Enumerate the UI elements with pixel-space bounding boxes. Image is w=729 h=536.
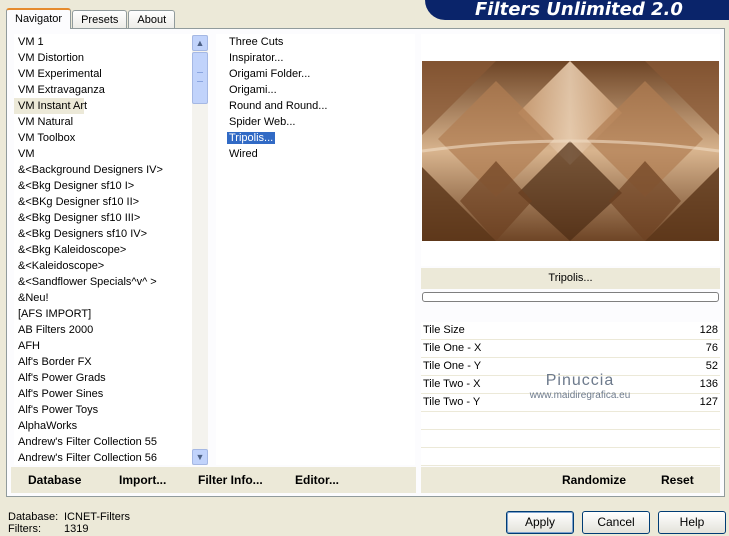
database-value: ICNET-Filters bbox=[64, 511, 130, 523]
database-label: Database: bbox=[8, 511, 59, 523]
category-item[interactable]: &<Bkg Designer sf10 I> bbox=[14, 178, 208, 194]
param-label: Tile Size bbox=[423, 324, 465, 336]
category-item[interactable]: Andrew's Filter Collection 55 bbox=[14, 434, 208, 450]
tab-presets[interactable]: Presets bbox=[72, 10, 128, 29]
param-value[interactable]: 136 bbox=[700, 378, 718, 390]
category-item[interactable]: &<Kaleidoscope> bbox=[14, 258, 208, 274]
filter-list[interactable]: Three Cuts Inspirator... Origami Folder...… bbox=[216, 34, 415, 465]
apply-button[interactable]: Apply bbox=[506, 511, 574, 534]
category-item[interactable]: Alf's Power Grads bbox=[14, 370, 208, 386]
category-list[interactable]: VM 1 VM Distortion VM Experimental VM Extra… bbox=[14, 34, 208, 465]
param-row[interactable]: Tile Size 128 bbox=[421, 322, 720, 340]
param-row[interactable]: Tile One - X 76 bbox=[421, 340, 720, 358]
category-item[interactable]: VM Distortion bbox=[14, 50, 208, 66]
category-item[interactable]: Alf's Power Sines bbox=[14, 386, 208, 402]
filter-item[interactable]: Tripolis... bbox=[216, 130, 415, 146]
watermark-url: www.maidiregrafica.eu bbox=[529, 390, 631, 401]
category-item[interactable]: AFH bbox=[14, 338, 208, 354]
param-row-empty bbox=[421, 412, 720, 430]
category-item[interactable]: VM bbox=[14, 146, 208, 162]
category-item[interactable]: Andrew's Filter Collection 56 bbox=[14, 450, 208, 465]
tab-navigator[interactable]: Navigator bbox=[6, 8, 72, 29]
category-item[interactable]: AlphaWorks bbox=[14, 418, 208, 434]
param-label: Tile Two - Y bbox=[423, 396, 481, 408]
param-value[interactable]: 76 bbox=[706, 342, 718, 354]
param-label: Tile One - X bbox=[423, 342, 482, 354]
category-item[interactable]: &<Sandflower Specials^v^ > bbox=[14, 274, 208, 290]
category-item[interactable]: VM Extravaganza bbox=[14, 82, 208, 98]
category-item[interactable]: &<Bkg Kaleidoscope> bbox=[14, 242, 208, 258]
category-item[interactable]: &<BKg Designer sf10 II> bbox=[14, 194, 208, 210]
preview-image bbox=[422, 61, 719, 241]
reset-button[interactable]: Reset bbox=[661, 473, 694, 487]
filter-item[interactable]: Origami Folder... bbox=[216, 66, 415, 82]
category-item[interactable]: VM 1 bbox=[14, 34, 208, 50]
filter-item-label: Inspirator... bbox=[229, 52, 284, 64]
filter-item-label: Origami... bbox=[229, 84, 277, 96]
param-label: Tile One - Y bbox=[423, 360, 482, 372]
scroll-up-button[interactable]: ▲ bbox=[192, 35, 208, 51]
progress-bar bbox=[422, 292, 719, 302]
category-item[interactable]: AB Filters 2000 bbox=[14, 322, 208, 338]
watermark-name: Pinuccia bbox=[545, 372, 615, 389]
category-item[interactable]: VM Experimental bbox=[14, 66, 208, 82]
category-item[interactable]: &<Background Designers IV> bbox=[14, 162, 208, 178]
param-value[interactable]: 128 bbox=[700, 324, 718, 336]
category-item[interactable]: &<Bkg Designers sf10 IV> bbox=[14, 226, 208, 242]
filter-item-label: Three Cuts bbox=[229, 36, 284, 48]
param-label: Tile Two - X bbox=[423, 378, 481, 390]
category-item[interactable]: VM Toolbox bbox=[14, 130, 208, 146]
selected-filter-name: Tripolis... bbox=[421, 268, 720, 289]
filter-item-label: Round and Round... bbox=[229, 100, 328, 112]
category-item[interactable]: &Neu! bbox=[14, 290, 208, 306]
category-item[interactable]: Alf's Power Toys bbox=[14, 402, 208, 418]
editor-button[interactable]: Editor... bbox=[295, 473, 339, 487]
filters-label: Filters: bbox=[8, 523, 41, 535]
scroll-thumb[interactable] bbox=[192, 52, 208, 104]
help-button[interactable]: Help bbox=[658, 511, 726, 534]
app-title-banner: Filters Unlimited 2.0 bbox=[425, 0, 729, 20]
category-scrollbar[interactable]: ▲ ▼ bbox=[192, 35, 208, 465]
param-row-empty bbox=[421, 430, 720, 448]
import-button[interactable]: Import... bbox=[119, 473, 166, 487]
filter-item-label: Origami Folder... bbox=[229, 68, 311, 80]
category-item[interactable]: [AFS IMPORT] bbox=[14, 306, 208, 322]
filter-item[interactable]: Wired bbox=[216, 146, 415, 162]
category-item[interactable]: VM Instant Art bbox=[14, 98, 87, 114]
category-item[interactable]: Alf's Border FX bbox=[14, 354, 208, 370]
param-row-empty bbox=[421, 448, 720, 466]
tab-about[interactable]: About bbox=[128, 10, 176, 29]
status-info: Database: ICNET-Filters Filters: 1319 bbox=[8, 511, 130, 535]
filter-item[interactable]: Three Cuts bbox=[216, 34, 415, 50]
watermark: Pinuccia www.maidiregrafica.eu bbox=[500, 372, 660, 401]
filters-count: 1319 bbox=[64, 523, 89, 535]
filter-info-button[interactable]: Filter Info... bbox=[198, 473, 263, 487]
cancel-button[interactable]: Cancel bbox=[582, 511, 650, 534]
filter-item-label: Spider Web... bbox=[229, 116, 296, 128]
filter-item[interactable]: Round and Round... bbox=[216, 98, 415, 114]
tab-bar: Navigator Presets About bbox=[6, 8, 176, 29]
filter-item[interactable]: Origami... bbox=[216, 82, 415, 98]
param-value[interactable]: 127 bbox=[700, 396, 718, 408]
param-value[interactable]: 52 bbox=[706, 360, 718, 372]
filter-item-label: Wired bbox=[229, 148, 258, 160]
category-item[interactable]: VM Natural bbox=[14, 114, 208, 130]
database-button[interactable]: Database bbox=[28, 473, 81, 487]
filter-item[interactable]: Spider Web... bbox=[216, 114, 415, 130]
filter-item-label: Tripolis... bbox=[227, 132, 276, 144]
randomize-button[interactable]: Randomize bbox=[562, 473, 626, 487]
scroll-down-button[interactable]: ▼ bbox=[192, 449, 208, 465]
category-item[interactable]: &<Bkg Designer sf10 III> bbox=[14, 210, 208, 226]
filter-item[interactable]: Inspirator... bbox=[216, 50, 415, 66]
